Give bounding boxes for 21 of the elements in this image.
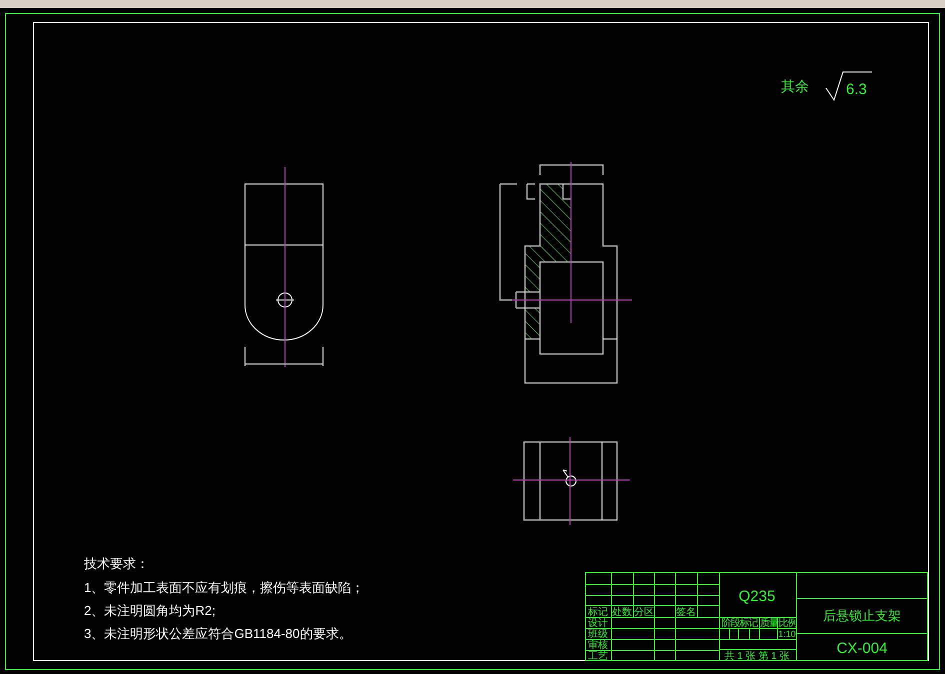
title-block-label: 签名 xyxy=(676,607,696,618)
roughness-symbol-icon xyxy=(826,72,872,102)
title-block-label: 处数 xyxy=(612,607,632,618)
title-block-label: 分区 xyxy=(634,607,654,618)
drawing-number: CX-004 xyxy=(836,640,888,657)
surface-finish-label: 其余 xyxy=(781,78,809,94)
sheet-info: 共 1 张 第 1 张 xyxy=(724,651,790,662)
requirement-text: 3、未注明形状公差应符合GB1184-80的要求。 xyxy=(84,626,352,641)
scale-text: 1:10 xyxy=(778,629,796,639)
requirement-text: 1、零件加工表面不应有划痕，擦伤等表面缺陷； xyxy=(84,580,364,595)
title-block-label: 班级 xyxy=(588,629,608,640)
part-name: 后悬锁止支架 xyxy=(823,608,901,623)
title-block-label: 审核 xyxy=(588,640,608,651)
requirement-text: 2、未注明圆角均为R2; xyxy=(84,603,216,618)
requirements-heading: 技术要求： xyxy=(84,556,149,571)
title-block-label: 标记 xyxy=(588,607,608,618)
title-block-label: 阶段标记 xyxy=(722,618,758,629)
title-block-label: 工艺 xyxy=(588,651,608,662)
roughness-value: 6.3 xyxy=(846,81,867,98)
material-text: Q235 xyxy=(738,588,776,605)
title-block-label: 设计 xyxy=(588,618,608,629)
